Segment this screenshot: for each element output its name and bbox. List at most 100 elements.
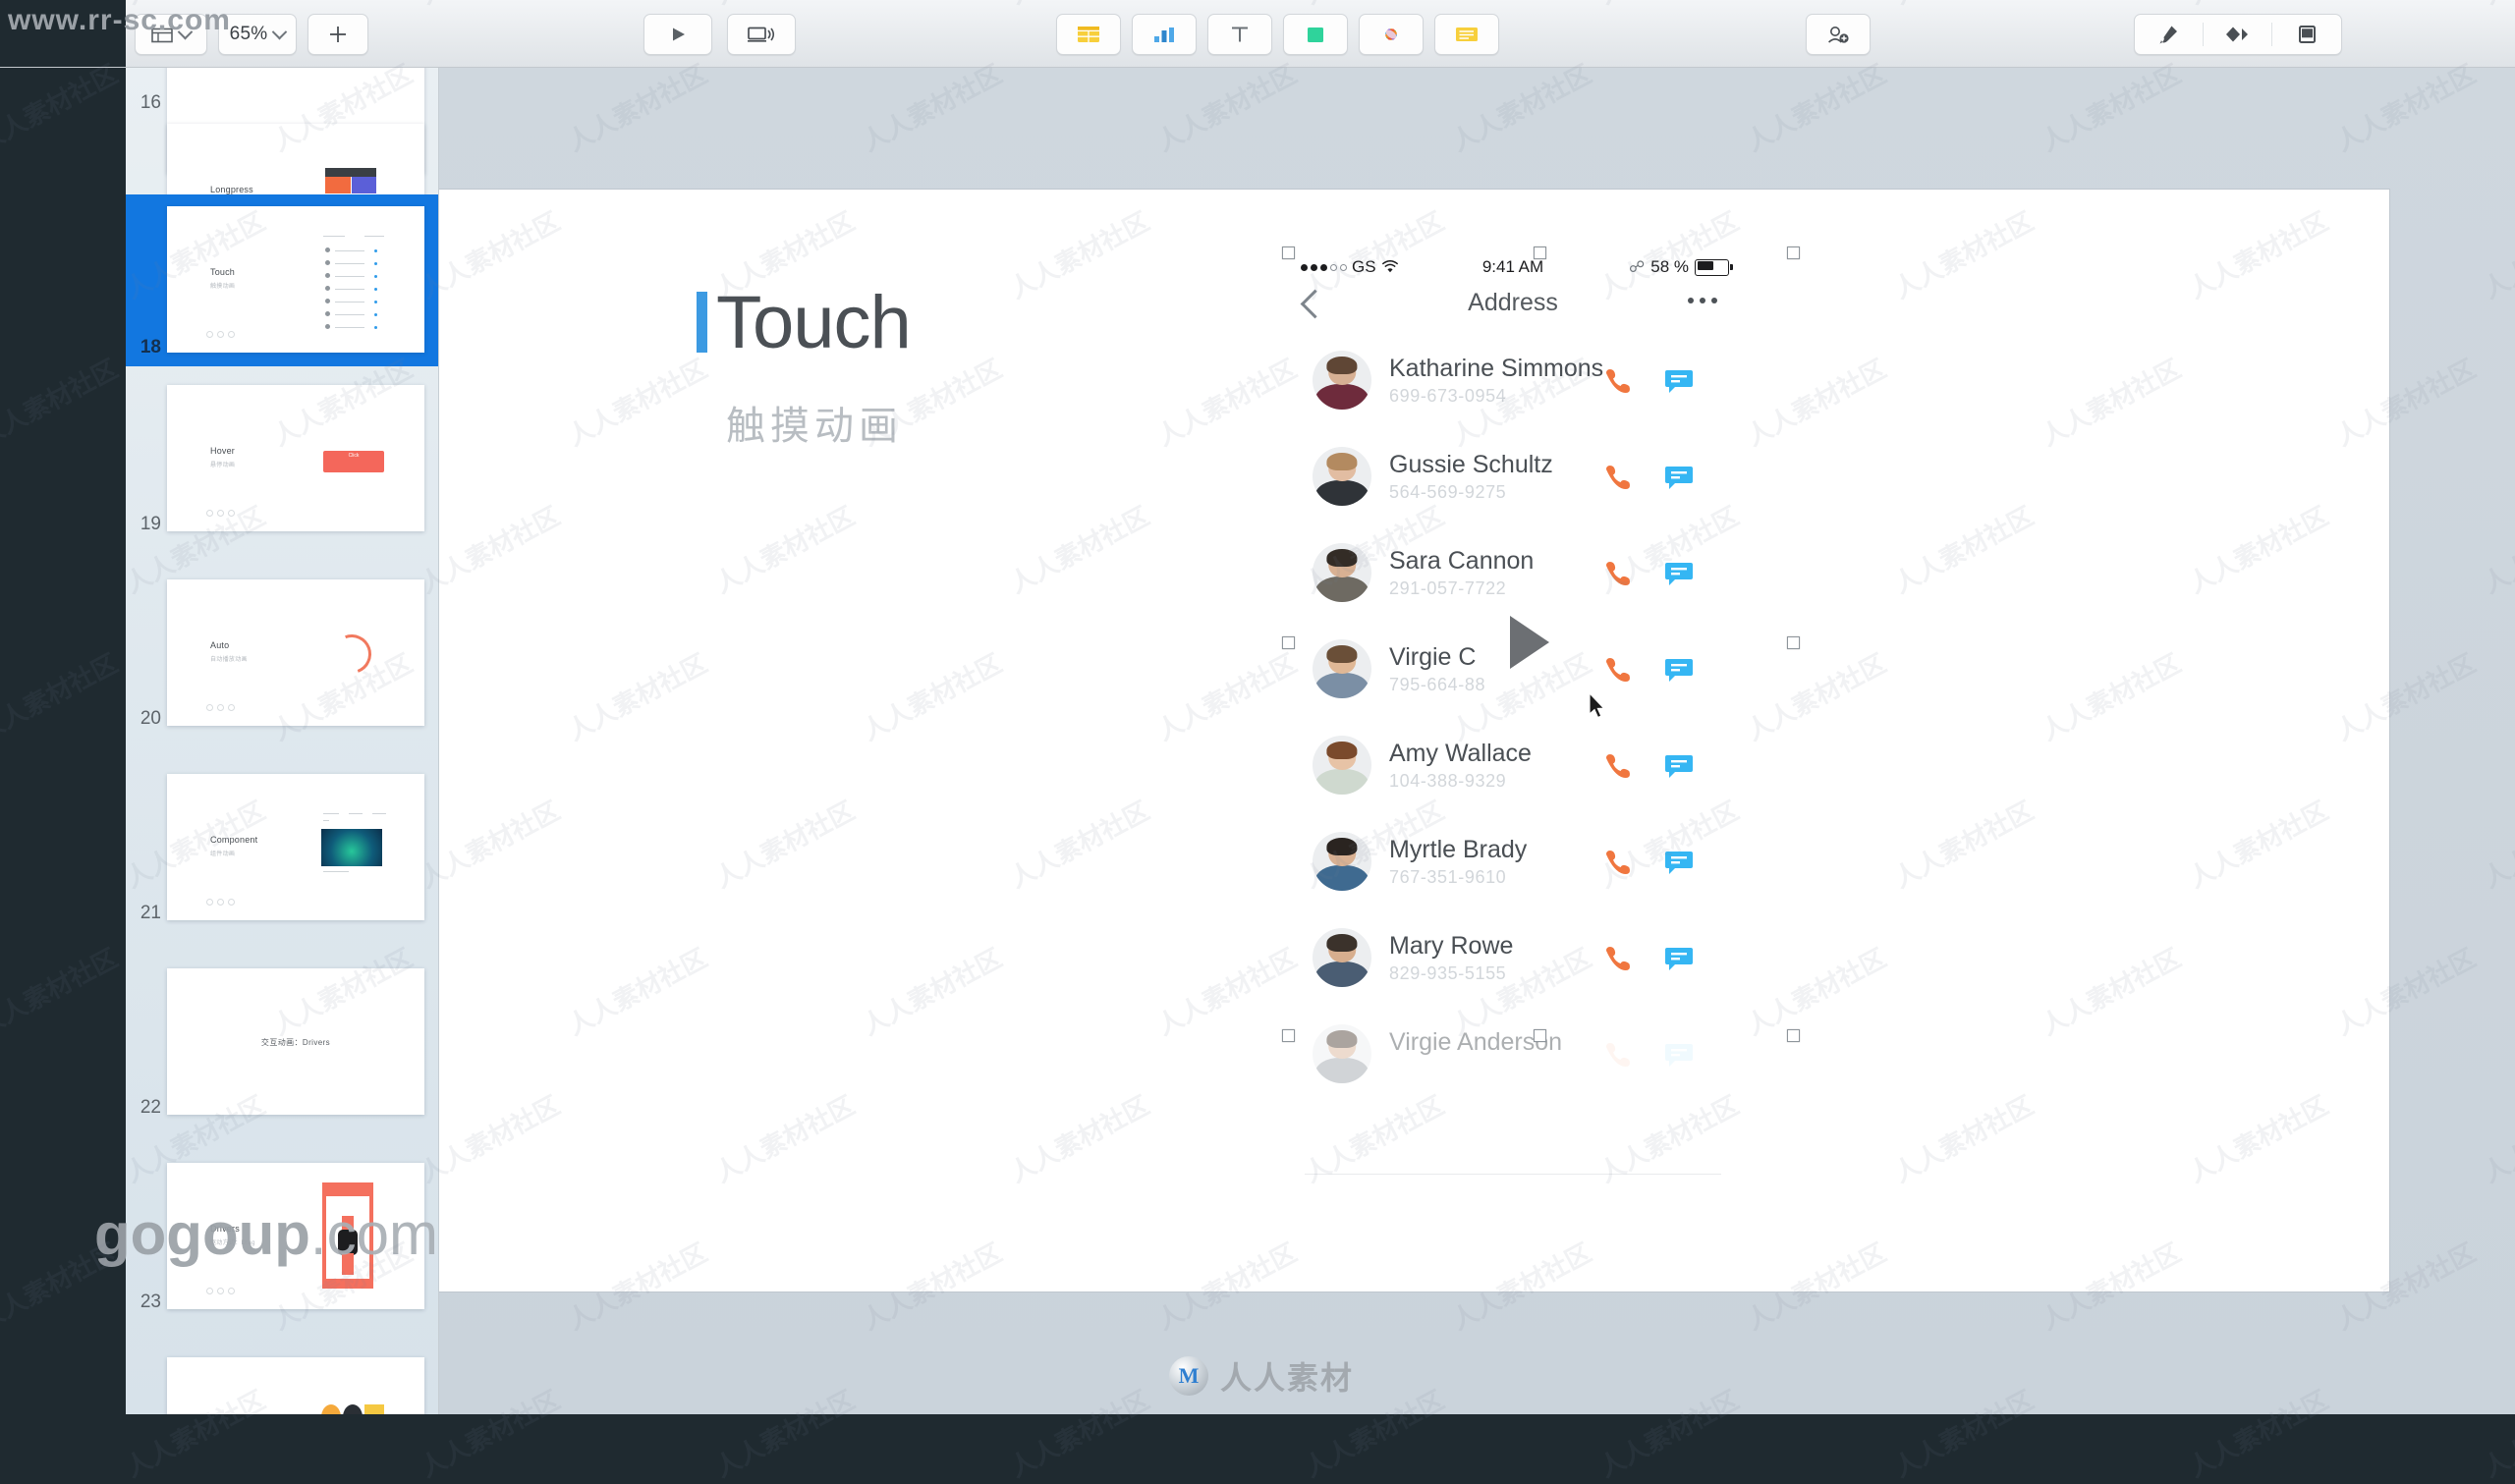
contact-name: Sara Cannon (1389, 547, 1535, 575)
play-icon (673, 27, 685, 41)
slide-number: 23 (140, 1292, 161, 1312)
table-button[interactable] (1056, 14, 1121, 55)
slide-navigator[interactable]: 16 17 Longpress 长按动画 18 Touch 触摸动画 (126, 67, 439, 1414)
contact-row[interactable]: Myrtle Brady 767-351-9610 (1287, 822, 1739, 918)
selection-handle-top-left[interactable] (1282, 247, 1295, 259)
current-slide[interactable]: Touch 触摸动画 GS 9:41 AM ☍ 58 % Address Kat… (439, 190, 2389, 1292)
message-bubble-icon[interactable] (1664, 946, 1694, 971)
slide-thumbnail[interactable]: Touch 触摸动画 (167, 206, 424, 353)
view-options-button[interactable] (135, 14, 207, 55)
collaborate-button[interactable] (1806, 14, 1871, 55)
contact-phone: 767-351-9610 (1389, 867, 1507, 887)
comment-button[interactable] (1434, 14, 1499, 55)
thumbnail-caption-line (323, 871, 349, 872)
phone-handset-icon[interactable] (1603, 463, 1633, 492)
contact-row[interactable]: Katharine Simmons 699-673-0954 (1287, 341, 1739, 437)
phone-nav-bar: Address (1287, 284, 1739, 335)
phone-handset-icon[interactable] (1603, 559, 1633, 588)
slide-canvas-area[interactable]: Touch 触摸动画 GS 9:41 AM ☍ 58 % Address Kat… (438, 67, 2515, 1414)
play-button[interactable] (643, 14, 712, 55)
zoom-level-button[interactable]: 65% (218, 14, 297, 55)
title-accent-bar (697, 292, 707, 353)
contact-phone: 104-388-9329 (1389, 771, 1507, 791)
selection-handle-top-center[interactable] (1534, 247, 1546, 259)
message-bubble-icon[interactable] (1664, 465, 1694, 490)
selection-handle-bottom-right[interactable] (1787, 1029, 1800, 1042)
slide-thumbnail[interactable]: Drivers 驱动方式：Drag (167, 1357, 424, 1414)
message-bubble-icon[interactable] (1664, 657, 1694, 683)
thumbnail-title: Auto (210, 640, 230, 650)
play-triangle-icon[interactable] (1510, 616, 1549, 669)
media-button[interactable] (1359, 14, 1424, 55)
animate-button[interactable] (2204, 15, 2271, 54)
phone-bottom-divider (1305, 1174, 1721, 1175)
chart-button[interactable] (1132, 14, 1197, 55)
zoom-level-value: 65% (229, 24, 268, 44)
contact-row[interactable]: Amy Wallace 104-388-9329 (1287, 726, 1739, 822)
slide-thumbnail[interactable]: Component 组件动画 (167, 774, 424, 920)
message-bubble-icon[interactable] (1664, 1042, 1694, 1068)
phone-handset-icon[interactable] (1603, 944, 1633, 973)
bar-chart-icon (1154, 27, 1174, 42)
text-t-icon (1232, 27, 1248, 42)
slide-thumbnail[interactable]: Drivers 驱动方式：Drag (167, 1163, 424, 1309)
message-bubble-icon[interactable] (1664, 850, 1694, 875)
ellipsis-icon[interactable] (1688, 298, 1717, 303)
thumbnail-subtitle: 触摸动画 (210, 284, 236, 290)
thumbnail-dots (206, 899, 235, 906)
slide-number: 22 (140, 1097, 161, 1118)
slide-subtitle[interactable]: 触摸动画 (726, 394, 903, 451)
thumbnail-shapes-art (321, 1404, 384, 1414)
text-button[interactable] (1207, 14, 1272, 55)
slide-thumbnail[interactable]: 交互动画：Drivers (167, 968, 424, 1115)
thumbnail-contact-list (319, 232, 388, 342)
contact-name: Myrtle Brady (1389, 836, 1528, 863)
add-person-icon (1828, 27, 1849, 43)
shape-button[interactable] (1283, 14, 1348, 55)
format-button[interactable] (2135, 15, 2203, 54)
slide-title-text: Touch (716, 280, 912, 364)
avatar (1313, 447, 1371, 506)
phone-handset-icon[interactable] (1603, 848, 1633, 877)
selection-handle-middle-right[interactable] (1787, 636, 1800, 649)
slide-title[interactable]: Touch (697, 276, 912, 368)
contact-row[interactable]: Gussie Schultz 564-569-9275 (1287, 437, 1739, 533)
document-button[interactable] (2272, 15, 2340, 54)
contact-row[interactable]: Mary Rowe 829-935-5155 (1287, 918, 1739, 1015)
message-bubble-icon[interactable] (1664, 368, 1694, 394)
paintbrush-icon (2159, 26, 2177, 44)
phone-handset-icon[interactable] (1603, 751, 1633, 781)
watermark-bottom-text: 人人素材 (1220, 1359, 1355, 1397)
avatar (1313, 639, 1371, 698)
thumbnail-dots (206, 510, 235, 517)
thumbnail-dots (206, 704, 235, 711)
selection-handle-bottom-center[interactable] (1534, 1029, 1546, 1042)
watermark-bottom: M 人人素材 (1169, 1353, 1354, 1399)
thumbnail-center-text: 交互动画：Drivers (260, 1038, 331, 1047)
inspector-toggle-group (2134, 14, 2342, 55)
phone-nav-title: Address (1468, 289, 1558, 316)
phone-handset-icon[interactable] (1603, 1040, 1633, 1070)
message-bubble-icon[interactable] (1664, 561, 1694, 586)
contact-row[interactable]: Virgie Anderson (1287, 1015, 1739, 1111)
slide-thumbnail[interactable]: Auto 自动播放动画 (167, 579, 424, 726)
add-slide-button[interactable] (307, 14, 368, 55)
message-bubble-icon[interactable] (1664, 753, 1694, 779)
photos-flower-icon (1385, 28, 1397, 40)
thumbnail-dots (206, 331, 235, 338)
selection-handle-bottom-left[interactable] (1282, 1029, 1295, 1042)
selection-handle-middle-left[interactable] (1282, 636, 1295, 649)
thumbnail-loading-arc (325, 628, 378, 681)
view-options-icon (151, 27, 173, 43)
phone-handset-icon[interactable] (1603, 655, 1633, 685)
phone-mockup[interactable]: GS 9:41 AM ☍ 58 % Address Katharine Simm… (1287, 250, 1739, 1191)
keynote-live-button[interactable] (727, 14, 796, 55)
selection-handle-top-right[interactable] (1787, 247, 1800, 259)
contact-phone: 829-935-5155 (1389, 963, 1507, 983)
slide-number: 21 (140, 903, 161, 923)
thumbnail-title: Touch (210, 267, 236, 277)
thumbnail-title: Drivers (210, 1224, 240, 1234)
slide-thumbnail[interactable]: Hover 悬停动画 Click (167, 385, 424, 531)
phone-handset-icon[interactable] (1603, 366, 1633, 396)
thumbnail-subtitle: 驱动方式：Drag (210, 1240, 255, 1246)
